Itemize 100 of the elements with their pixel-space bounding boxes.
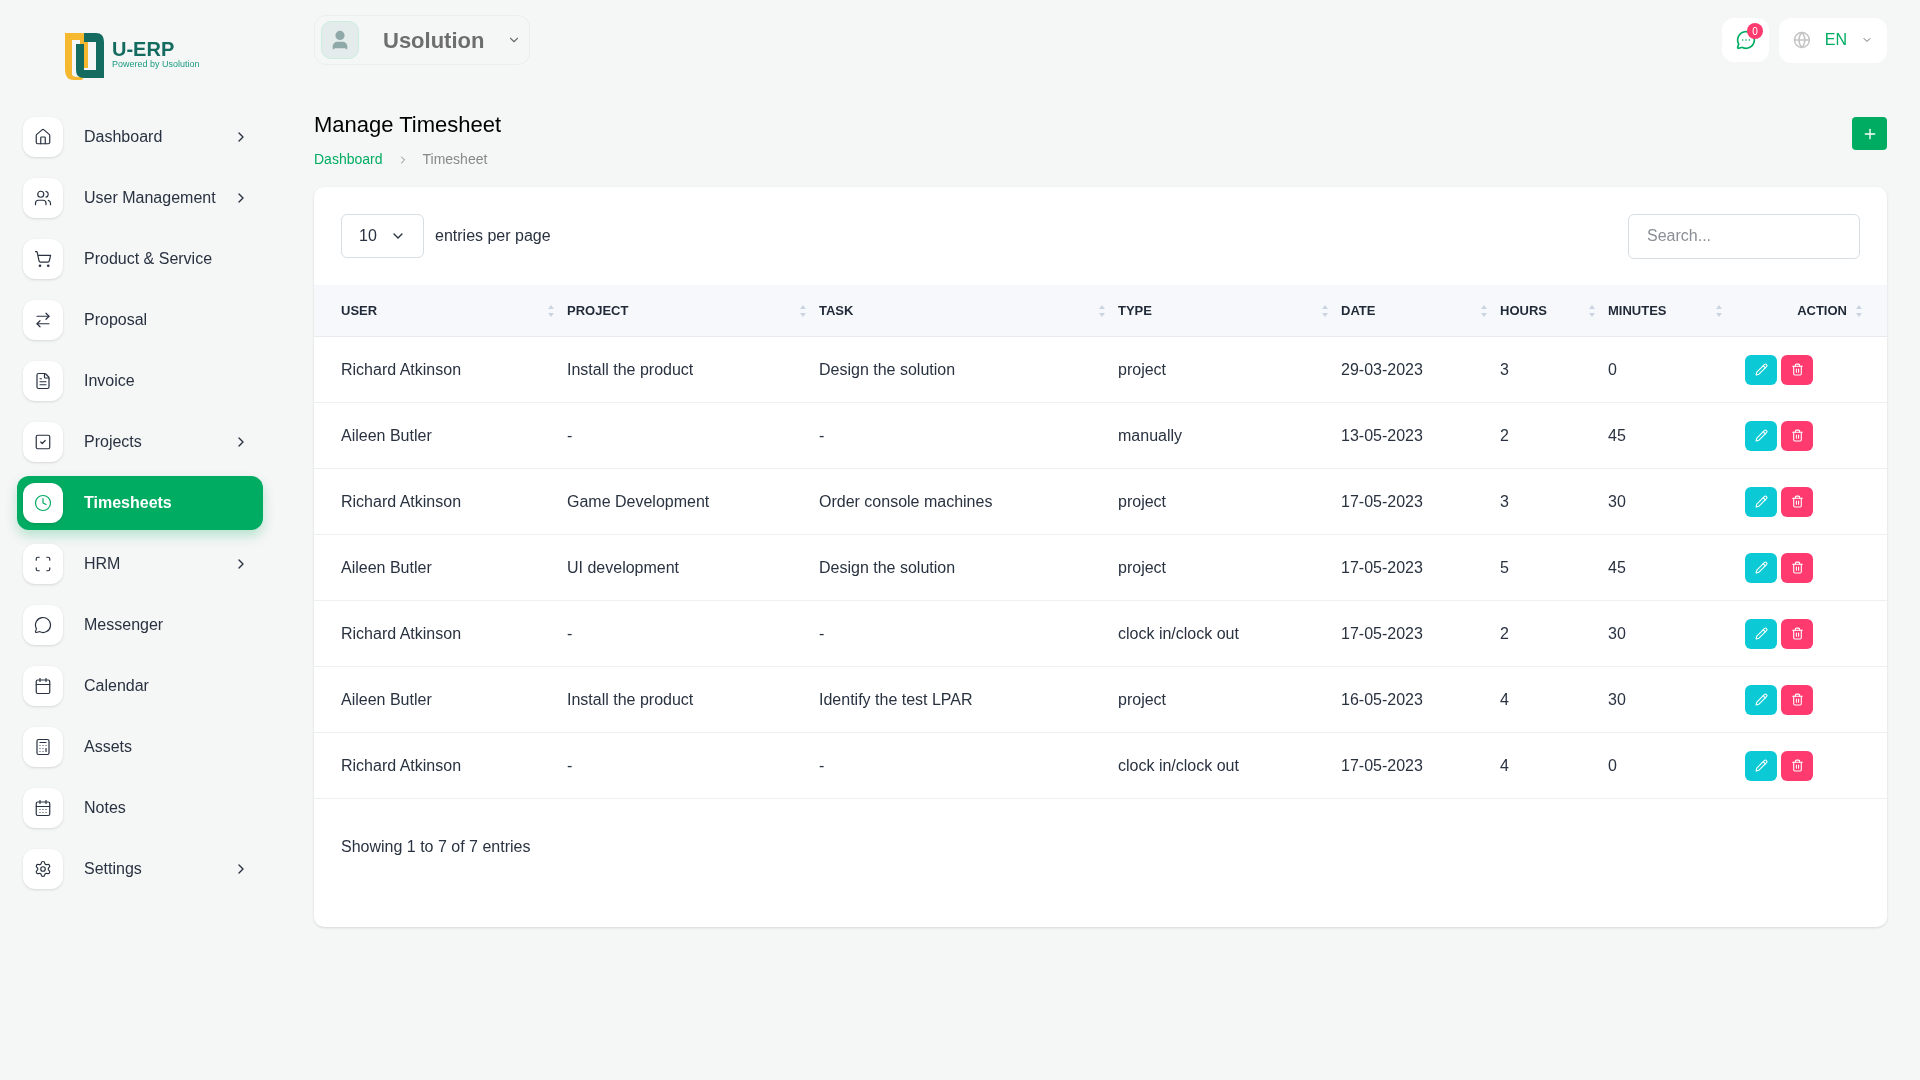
sidebar-item[interactable]: Projects — [17, 415, 263, 469]
notification-badge: 0 — [1747, 23, 1763, 39]
add-button[interactable] — [1852, 117, 1887, 150]
trash-icon — [1790, 627, 1804, 640]
sort-icon — [1098, 303, 1106, 318]
table-cell: Aileen Butler — [341, 558, 432, 576]
table-cell: 17-05-2023 — [1341, 756, 1423, 774]
table-cell: 30 — [1608, 492, 1626, 510]
sidebar-item[interactable]: Proposal — [17, 293, 263, 347]
breadcrumb-item: Timesheet — [422, 150, 488, 169]
logo-tagline: Powered by Usolution — [112, 59, 200, 71]
users-icon — [34, 189, 52, 207]
table-cell: 0 — [1608, 756, 1617, 774]
table-cell: 13-05-2023 — [1341, 426, 1423, 444]
trash-icon — [1790, 759, 1804, 772]
column-header[interactable]: DATE — [1341, 300, 1376, 321]
edit-button[interactable] — [1745, 750, 1777, 781]
edit-button[interactable] — [1745, 684, 1777, 715]
table-cell: 17-05-2023 — [1341, 492, 1423, 510]
table-cell: project — [1118, 360, 1167, 378]
page-size-select[interactable]: 10 — [341, 214, 424, 258]
edit-button[interactable] — [1745, 420, 1777, 451]
calendar-icon — [34, 799, 52, 817]
table-cell: Richard Atkinson — [341, 360, 462, 378]
table-cell: - — [567, 756, 573, 774]
edit-button[interactable] — [1745, 354, 1777, 385]
column-header[interactable]: ACTION — [1797, 300, 1847, 321]
sidebar-item[interactable]: Notes — [17, 781, 263, 835]
page-size-label: entries per page — [435, 226, 551, 246]
delete-button[interactable] — [1781, 420, 1813, 451]
delete-button[interactable] — [1781, 618, 1813, 649]
table-cell: 2 — [1500, 624, 1509, 642]
sidebar-item[interactable]: Dashboard — [17, 110, 263, 164]
globe-icon — [1793, 31, 1811, 49]
table-cell: Game Development — [567, 492, 710, 510]
chat-icon — [34, 616, 52, 634]
table-cell: 29-03-2023 — [1341, 360, 1423, 378]
sort-icon — [1855, 303, 1863, 318]
calendar-icon — [34, 677, 52, 695]
table-cell: Order console machines — [819, 492, 993, 510]
exchange-icon — [34, 311, 52, 329]
sidebar-item[interactable]: HRM — [17, 537, 263, 591]
sort-icon — [1588, 303, 1596, 318]
pencil-icon — [1754, 693, 1768, 706]
table-cell: - — [819, 426, 825, 444]
table-cell: Design the solution — [819, 558, 956, 576]
sidebar-item[interactable]: User Management — [17, 171, 263, 225]
table-cell: Aileen Butler — [341, 690, 432, 708]
table-cell: clock in/clock out — [1118, 756, 1239, 774]
table-cell: 45 — [1608, 558, 1626, 576]
table-cell: 4 — [1500, 756, 1509, 774]
edit-button[interactable] — [1745, 618, 1777, 649]
sort-icon — [799, 303, 807, 318]
edit-button[interactable] — [1745, 552, 1777, 583]
delete-button[interactable] — [1781, 750, 1813, 781]
table-cell: project — [1118, 558, 1167, 576]
table-cell: 4 — [1500, 690, 1509, 708]
column-header[interactable]: MINUTES — [1608, 300, 1667, 321]
table-cell: project — [1118, 690, 1167, 708]
column-header[interactable]: PROJECT — [567, 300, 629, 321]
table-cell: Install the product — [567, 690, 694, 708]
table-cell: 16-05-2023 — [1341, 690, 1423, 708]
edit-button[interactable] — [1745, 486, 1777, 517]
delete-button[interactable] — [1781, 354, 1813, 385]
delete-button[interactable] — [1781, 486, 1813, 517]
column-header[interactable]: TYPE — [1118, 300, 1152, 321]
sidebar-item[interactable]: Product & Service — [17, 232, 263, 286]
table-cell: Richard Atkinson — [341, 756, 462, 774]
table-cell: Design the solution — [819, 360, 956, 378]
pencil-icon — [1754, 759, 1768, 772]
column-header[interactable]: HOURS — [1500, 300, 1547, 321]
calculator-icon — [34, 738, 52, 756]
table-cell: - — [567, 426, 573, 444]
pencil-icon — [1754, 495, 1768, 508]
delete-button[interactable] — [1781, 552, 1813, 583]
column-header[interactable]: TASK — [819, 300, 854, 321]
clock-icon — [34, 494, 52, 512]
sort-icon — [1321, 303, 1329, 318]
sidebar-item[interactable]: Assets — [17, 720, 263, 774]
table-cell: Richard Atkinson — [341, 492, 462, 510]
table-cell: 45 — [1608, 426, 1626, 444]
table-cell: Aileen Butler — [341, 426, 432, 444]
workspace-selector[interactable]: Usolution — [314, 15, 530, 65]
column-header[interactable]: USER — [341, 300, 378, 321]
document-icon — [34, 372, 52, 390]
pencil-icon — [1754, 561, 1768, 574]
pencil-icon — [1754, 627, 1768, 640]
sidebar-item[interactable]: Messenger — [17, 598, 263, 652]
table-cell: - — [819, 624, 825, 642]
delete-button[interactable] — [1781, 684, 1813, 715]
table-cell: 2 — [1500, 426, 1509, 444]
table-cell: manually — [1118, 426, 1183, 444]
sidebar-item[interactable]: Calendar — [17, 659, 263, 713]
sidebar-item[interactable]: Settings — [17, 842, 263, 896]
trash-icon — [1790, 429, 1804, 442]
table-cell: 5 — [1500, 558, 1509, 576]
sidebar-item[interactable]: Invoice — [17, 354, 263, 408]
page-title: Manage Timesheet — [314, 111, 502, 139]
table-cell: 30 — [1608, 624, 1626, 642]
search-field[interactable]: Search... — [1628, 213, 1860, 259]
